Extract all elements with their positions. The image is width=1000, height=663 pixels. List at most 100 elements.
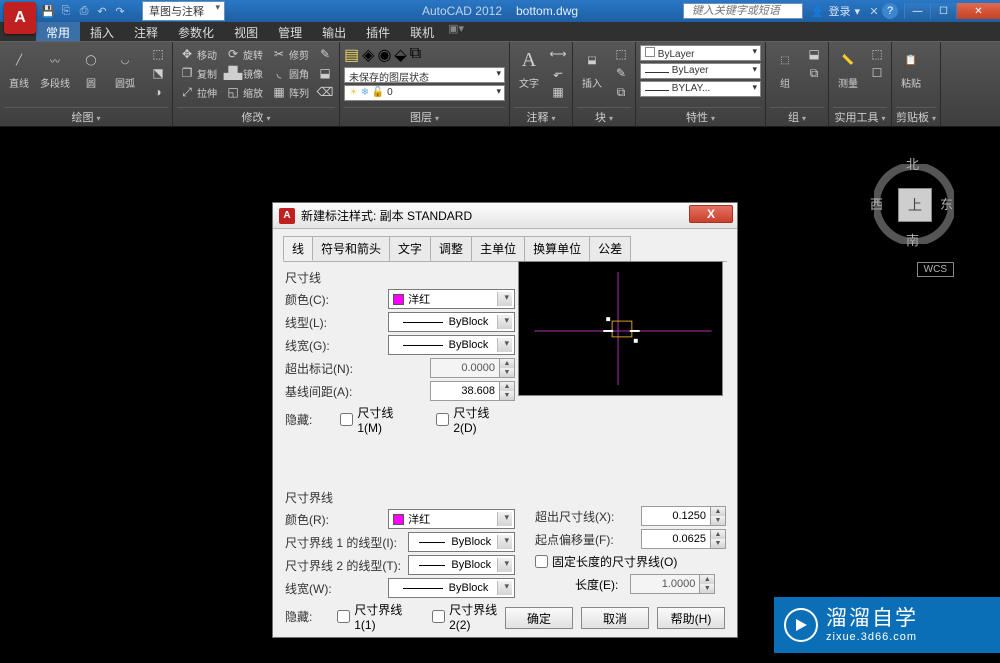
help-search-input[interactable] xyxy=(683,3,803,19)
dimline-extend-spinner[interactable]: ▲▼ xyxy=(430,358,515,378)
tab-annotate[interactable]: 注释 xyxy=(124,22,168,41)
modify-misc-3[interactable]: ⌫ xyxy=(315,83,335,101)
wcs-indicator[interactable]: WCS xyxy=(917,262,954,277)
extline-color-combo[interactable]: 洋红 xyxy=(388,509,515,529)
arc-button[interactable]: ◡圆弧 xyxy=(110,45,140,92)
text-button[interactable]: A文字 xyxy=(514,45,544,92)
stretch-button[interactable]: ⤢拉伸 xyxy=(177,83,219,101)
group-label-layer[interactable]: 图层 xyxy=(344,107,505,126)
linetype-dropdown[interactable]: BYLAY... xyxy=(640,81,761,97)
modify-misc-2[interactable]: ⬓ xyxy=(315,64,335,82)
group-label-block[interactable]: 块 xyxy=(577,107,631,126)
trim-button[interactable]: ✂修剪 xyxy=(269,45,311,63)
dialog-close-button[interactable]: X xyxy=(689,205,733,223)
dimline-lineweight-combo[interactable]: ByBlock xyxy=(388,335,515,355)
block-misc-2[interactable]: ✎ xyxy=(611,64,631,82)
group-edit-button[interactable]: ⧉ xyxy=(804,64,824,82)
tab-primary-units[interactable]: 主单位 xyxy=(471,236,525,261)
tab-insert[interactable]: 插入 xyxy=(80,22,124,41)
draw-misc-3[interactable]: ◑ xyxy=(148,83,168,101)
tab-fit[interactable]: 调整 xyxy=(430,236,472,261)
workspace-dropdown[interactable]: 草图与注释 xyxy=(142,1,225,21)
qat-print-icon[interactable]: ⎙ xyxy=(76,3,92,19)
fillet-button[interactable]: ◟圆角 xyxy=(269,64,311,82)
tab-output[interactable]: 输出 xyxy=(312,22,356,41)
tab-parametric[interactable]: 参数化 xyxy=(168,22,224,41)
tab-lines[interactable]: 线 xyxy=(283,236,313,261)
extline-lt2-combo[interactable]: ByBlock xyxy=(408,555,515,575)
extline-offset-spinner[interactable]: ▲▼ xyxy=(641,529,726,549)
ungroup-button[interactable]: ⬓ xyxy=(804,45,824,63)
viewcube[interactable]: 北 南 西 东 上 xyxy=(858,148,968,278)
viewcube-top-face[interactable]: 上 xyxy=(898,188,932,222)
layer-props-icon[interactable]: ▤ xyxy=(344,45,359,65)
qat-save-icon[interactable]: 💾 xyxy=(40,3,56,19)
move-button[interactable]: ✥移动 xyxy=(177,45,219,63)
insert-block-button[interactable]: ⬓插入 xyxy=(577,45,607,92)
tab-symbols[interactable]: 符号和箭头 xyxy=(312,236,390,261)
tab-manage[interactable]: 管理 xyxy=(268,22,312,41)
help-button[interactable]: 帮助(H) xyxy=(657,607,725,629)
dimline-spacing-spinner[interactable]: ▲▼ xyxy=(430,381,515,401)
copy-button[interactable]: ❐复制 xyxy=(177,64,219,82)
draw-misc-2[interactable]: ⬔ xyxy=(148,64,168,82)
modify-misc-1[interactable]: ✎ xyxy=(315,45,335,63)
paste-button[interactable]: 📋粘贴 xyxy=(896,45,926,92)
help-icon[interactable]: ? xyxy=(882,3,898,19)
group-label-draw[interactable]: 绘图 xyxy=(4,107,168,126)
leader-button[interactable]: ⬐ xyxy=(548,64,568,82)
cancel-button[interactable]: 取消 xyxy=(581,607,649,629)
group-label-group[interactable]: 组 xyxy=(770,107,824,126)
login-area[interactable]: 👤 登录 ▾ xyxy=(811,3,860,19)
extline-fixed-checkbox[interactable]: 固定长度的尺寸界线(O) xyxy=(535,553,726,570)
maximize-button[interactable]: ☐ xyxy=(930,3,956,19)
qat-saveas-icon[interactable]: ⎘ xyxy=(58,3,74,19)
qat-undo-icon[interactable]: ↶ xyxy=(94,3,110,19)
group-label-annotation[interactable]: 注释 xyxy=(514,107,568,126)
layer-icon-5[interactable]: ⧉ xyxy=(410,45,421,65)
array-button[interactable]: ▦阵列 xyxy=(269,83,311,101)
viewcube-north[interactable]: 北 xyxy=(906,154,919,173)
minimize-button[interactable]: — xyxy=(904,3,930,19)
viewcube-east[interactable]: 东 xyxy=(940,194,953,213)
table-button[interactable]: ▦ xyxy=(548,83,568,101)
circle-button[interactable]: ◯圆 xyxy=(76,45,106,92)
tab-view[interactable]: 视图 xyxy=(224,22,268,41)
draw-misc-1[interactable]: ⬚ xyxy=(148,45,168,63)
dialog-titlebar[interactable]: A 新建标注样式: 副本 STANDARD X xyxy=(273,203,737,229)
extline-hide2-checkbox[interactable]: 尺寸界线 2(2) xyxy=(432,601,515,632)
group-label-modify[interactable]: 修改 xyxy=(177,107,335,126)
block-misc-1[interactable]: ⬚ xyxy=(611,45,631,63)
group-label-clipboard[interactable]: 剪贴板 xyxy=(896,107,936,126)
extline-lt1-combo[interactable]: ByBlock xyxy=(408,532,515,552)
util-misc-2[interactable]: ☐ xyxy=(867,64,887,82)
viewcube-south[interactable]: 南 xyxy=(906,230,919,249)
tab-common[interactable]: 常用 xyxy=(36,22,80,41)
tab-alt-units[interactable]: 换算单位 xyxy=(524,236,590,261)
viewcube-west[interactable]: 西 xyxy=(870,194,883,213)
mirror-button[interactable]: ▟▙镜像 xyxy=(223,64,265,82)
dimline-linetype-combo[interactable]: ByBlock xyxy=(388,312,515,332)
layer-icon-2[interactable]: ◈ xyxy=(362,45,374,65)
util-misc-1[interactable]: ⬚ xyxy=(867,45,887,63)
polyline-button[interactable]: 〰多段线 xyxy=(38,45,72,92)
group-label-utilities[interactable]: 实用工具 xyxy=(833,107,887,126)
dim-linear-button[interactable]: ⟷ xyxy=(548,45,568,63)
tab-online[interactable]: 联机 xyxy=(400,22,444,41)
color-dropdown[interactable]: ByLayer xyxy=(640,45,761,61)
close-button[interactable]: ✕ xyxy=(956,3,1000,19)
dimline-hide1-checkbox[interactable]: 尺寸线 1(M) xyxy=(340,404,420,435)
line-button[interactable]: ╱直线 xyxy=(4,45,34,92)
measure-button[interactable]: 📏测量 xyxy=(833,45,863,92)
extline-beyond-spinner[interactable]: ▲▼ xyxy=(641,506,726,526)
group-button[interactable]: ⬚组 xyxy=(770,45,800,92)
layer-current-dropdown[interactable]: ☀ ❄ 🔓 0 xyxy=(344,85,505,101)
block-misc-3[interactable]: ⧉ xyxy=(611,83,631,101)
exchange-icon[interactable]: ✕ xyxy=(866,3,882,19)
extline-hide1-checkbox[interactable]: 尺寸界线 1(1) xyxy=(337,601,420,632)
rotate-button[interactable]: ⟳旋转 xyxy=(223,45,265,63)
scale-button[interactable]: ◱缩放 xyxy=(223,83,265,101)
dimline-color-combo[interactable]: 洋红 xyxy=(388,289,515,309)
layer-state-dropdown[interactable]: 未保存的图层状态 xyxy=(344,67,505,83)
lineweight-dropdown[interactable]: ByLayer xyxy=(640,63,761,79)
